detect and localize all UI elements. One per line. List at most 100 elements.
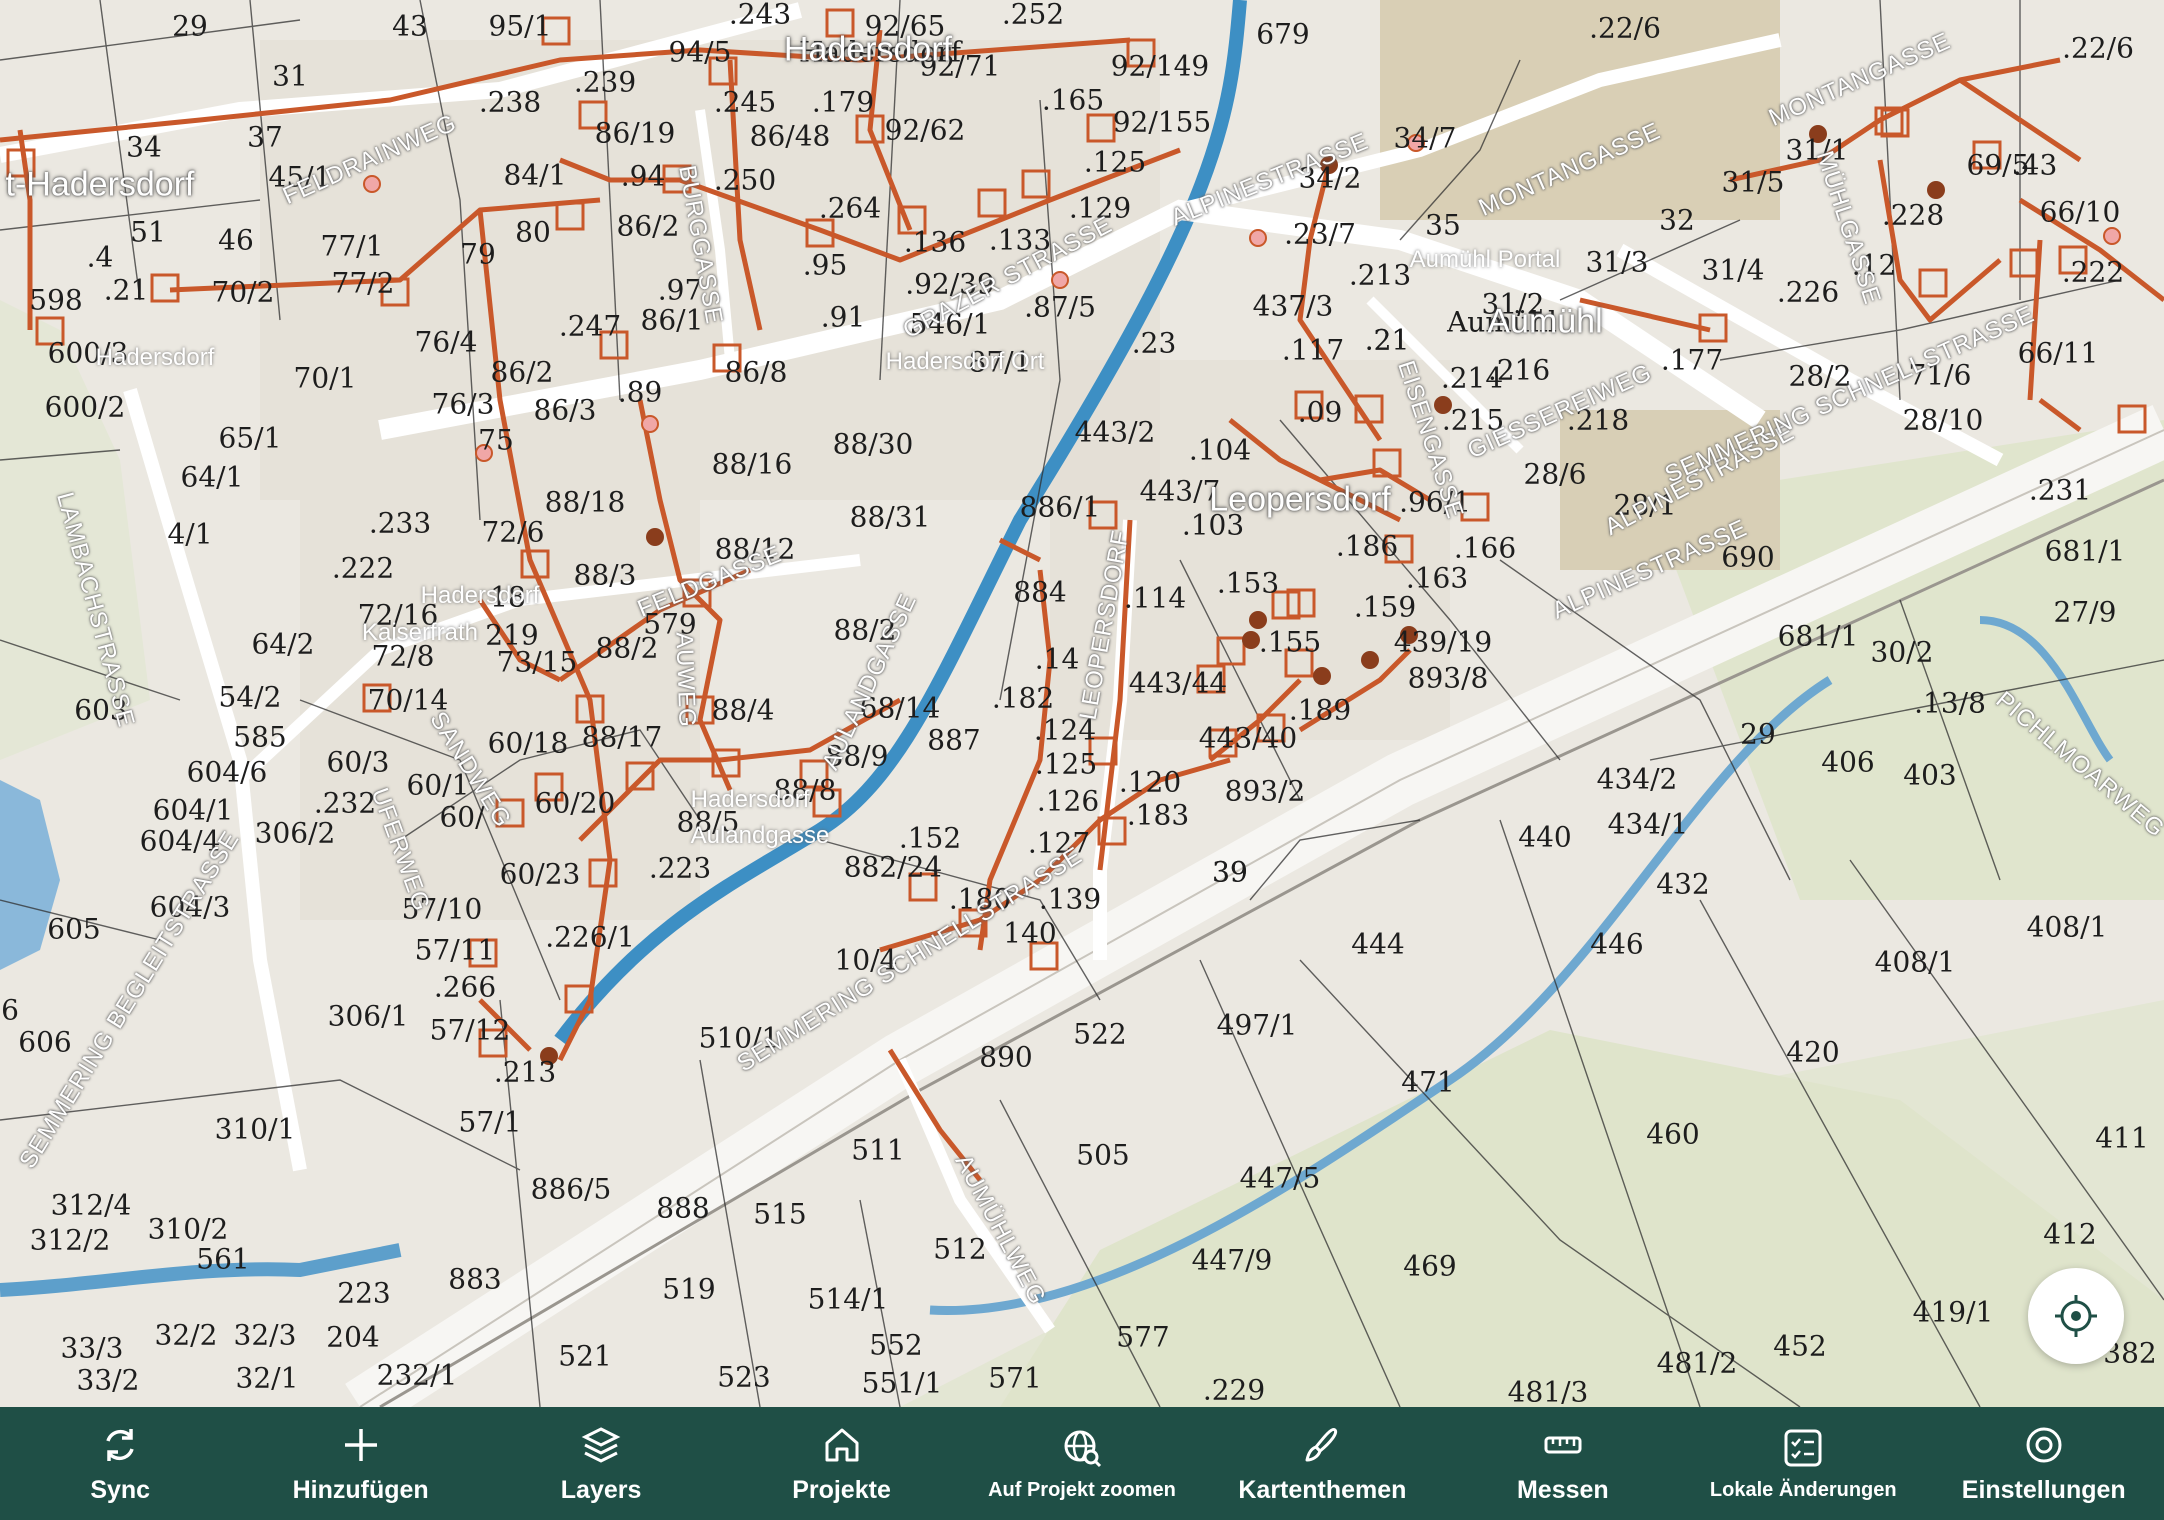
parcel-label: 223 — [337, 1276, 391, 1310]
parcel-label: 29 — [172, 9, 208, 43]
parcel-label: .91 — [820, 300, 866, 334]
parcel-label: .231 — [2028, 473, 2092, 507]
parcel-label: .23/7 — [1284, 217, 1356, 251]
parcel-label: .247 — [558, 309, 622, 343]
parcel-label: 86/8 — [724, 355, 788, 389]
parcel-label: 497/1 — [1216, 1008, 1298, 1042]
parcel-label: 75 — [478, 423, 514, 457]
parcel-label: 60/20 — [534, 786, 616, 820]
parcel-label: 140 — [1003, 916, 1057, 950]
parcel-label: 469 — [1403, 1249, 1457, 1283]
parcel-label: 88/4 — [711, 693, 775, 727]
parcel-label: .229 — [1202, 1373, 1266, 1407]
add-button[interactable]: Hinzufügen — [240, 1407, 480, 1520]
map-themes-button[interactable]: Kartenthemen — [1202, 1407, 1442, 1520]
brush-icon — [1299, 1422, 1345, 1468]
parcel-label: 446 — [1590, 927, 1644, 961]
parcel-label: 604/1 — [152, 793, 234, 827]
parcel-label: .166 — [1453, 531, 1517, 565]
subplace-label: Hadersdorf — [420, 582, 540, 609]
parcel-label: 443/40 — [1198, 721, 1298, 755]
parcel-label: 86/1 — [640, 303, 704, 337]
parcel-label: .13/8 — [1914, 686, 1986, 720]
parcel-label: 92/62 — [884, 113, 966, 147]
parcel-label: 60/3 — [326, 745, 390, 779]
locate-button[interactable] — [2028, 1268, 2124, 1364]
bottom-toolbar: Sync Hinzufügen Layers Projekte Auf Proj… — [0, 1407, 2164, 1520]
parcel-label: .159 — [1353, 590, 1417, 624]
parcel-label: .222 — [2061, 255, 2125, 289]
measure-button[interactable]: Messen — [1443, 1407, 1683, 1520]
parcel-label: 481/3 — [1507, 1375, 1589, 1408]
parcel-label: .245 — [713, 85, 777, 119]
parcel-label: 522 — [1073, 1017, 1127, 1051]
parcel-label: 452 — [1773, 1329, 1827, 1363]
parcel-label: 585 — [233, 720, 287, 754]
layers-icon — [578, 1422, 624, 1468]
zoom-to-project-button[interactable]: Auf Projekt zoomen — [962, 1407, 1202, 1520]
parcel-label: 893/2 — [1224, 774, 1306, 808]
settings-button[interactable]: Einstellungen — [1924, 1407, 2164, 1520]
parcel-label: 92/149 — [1110, 49, 1210, 83]
parcel-label: 514/1 — [807, 1282, 889, 1316]
street-label: AUWEG — [670, 631, 701, 729]
parcel-label: 32 — [1659, 203, 1695, 237]
map-view[interactable]: 29 43 95/1.243 92/65.252 679.22/6.22/6 31 39 94… — [0, 0, 2164, 1407]
parcel-label: 408/1 — [1874, 945, 1956, 979]
parcel-label: 54/2 — [218, 680, 282, 714]
parcel-label: .152 — [898, 821, 962, 855]
parcel-label: 440 — [1518, 820, 1572, 854]
parcel-label: 77/1 — [320, 229, 384, 263]
parcel-label: 28/6 — [1523, 457, 1587, 491]
parcel-label: 88/30 — [832, 427, 914, 461]
parcel-label: 80 — [515, 215, 551, 249]
parcel-label: .125 — [1083, 145, 1147, 179]
place-label: Hadersdorf — [783, 30, 953, 69]
projects-button[interactable]: Projekte — [721, 1407, 961, 1520]
parcel-label: 605 — [47, 912, 101, 946]
parcel-label: 34 — [126, 130, 162, 164]
parcel-label: 521 — [558, 1339, 612, 1373]
parcel-label: .114 — [1123, 581, 1187, 615]
settings-label: Einstellungen — [1961, 1476, 2126, 1504]
local-changes-button[interactable]: Lokale Änderungen — [1683, 1407, 1923, 1520]
parcel-label: 57/12 — [429, 1013, 511, 1047]
parcel-label: .183 — [1126, 798, 1190, 832]
parcel-label: 439/19 — [1393, 625, 1493, 659]
parcel-label: .120 — [1118, 765, 1182, 799]
parcel-label: 46 — [218, 223, 254, 257]
home-icon — [819, 1422, 865, 1468]
parcel-label: 883 — [448, 1262, 502, 1296]
parcel-label: 577 — [1116, 1320, 1170, 1354]
parcel-label: 437/3 — [1252, 289, 1334, 323]
local-changes-label: Lokale Änderungen — [1709, 1479, 1897, 1501]
parcel-label: 86/3 — [533, 393, 597, 427]
sync-button[interactable]: Sync — [0, 1407, 240, 1520]
layers-button[interactable]: Layers — [481, 1407, 721, 1520]
parcel-label: 88/31 — [849, 500, 931, 534]
parcel-label: .126 — [1036, 784, 1100, 818]
parcel-label: 512 — [933, 1232, 987, 1266]
parcel-label: 37 — [247, 120, 283, 154]
parcel-label: 76/4 — [414, 325, 478, 359]
parcel-label: .228 — [1881, 198, 1945, 232]
parcel-label: .223 — [648, 851, 712, 885]
parcel-label: 312/4 — [50, 1188, 132, 1222]
parcel-label: 31 — [272, 59, 308, 93]
parcel-label: 76/3 — [431, 387, 495, 421]
parcel-label: .21 — [103, 273, 149, 307]
parcel-label: .222 — [331, 551, 395, 585]
parcel-label: .233 — [368, 506, 432, 540]
parcel-label: 884 — [1013, 575, 1067, 609]
parcel-label: .22/6 — [1589, 11, 1661, 45]
plus-icon — [338, 1422, 384, 1468]
parcel-label: 70/1 — [293, 361, 357, 395]
parcel-label: 888 — [656, 1191, 710, 1225]
place-label: Leopersdorf — [1209, 480, 1391, 519]
parcel-label: 66/10 — [2039, 195, 2121, 229]
parcel-label: 681/1 — [1777, 619, 1859, 653]
parcel-label: .252 — [1001, 0, 1065, 31]
parcel-label: 4/1 — [167, 517, 213, 551]
parcel-label: 88/3 — [573, 558, 637, 592]
parcel-label: 681/1 — [2044, 534, 2126, 568]
